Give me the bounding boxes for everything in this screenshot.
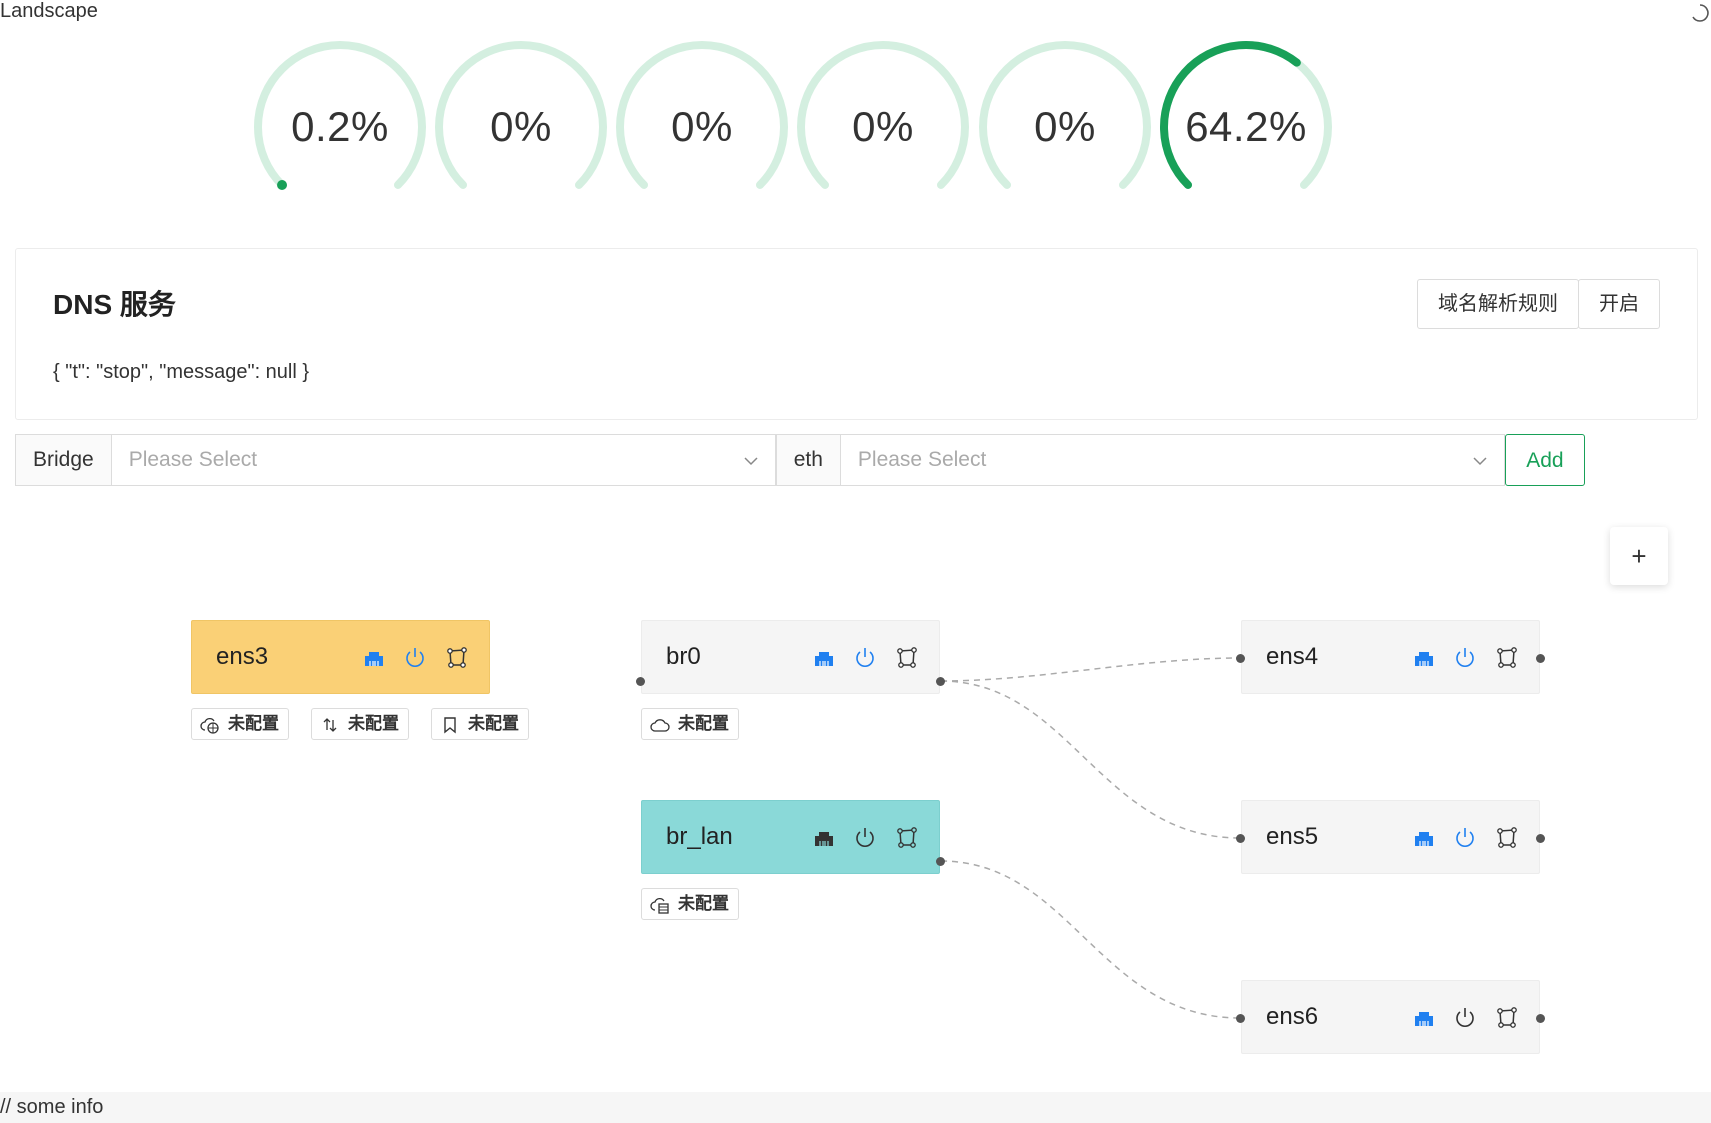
br0-output-handle[interactable]	[936, 677, 945, 686]
zoom-in-button[interactable]: +	[1610, 527, 1668, 585]
dns-service-card: DNS 服务 域名解析规则 开启 { "t": "stop", "message…	[15, 248, 1698, 420]
topology-edit-icon[interactable]	[894, 825, 920, 851]
power-icon[interactable]	[1452, 1005, 1478, 1031]
footer-info: // some info	[0, 1092, 1711, 1123]
updown-arrows-icon	[323, 718, 337, 732]
tag-label: 未配置	[678, 894, 729, 913]
gauge-3: 0%	[603, 28, 801, 226]
ens3-transfer-tag[interactable]: 未配置	[311, 708, 409, 740]
ethernet-port-icon	[361, 645, 387, 671]
edge-br0-ens4	[940, 657, 1241, 682]
ens6-output-handle[interactable]	[1536, 1014, 1545, 1023]
eth-select-placeholder: Please Select	[857, 448, 987, 471]
br-lan-output-handle[interactable]	[936, 857, 945, 866]
ens5-output-handle[interactable]	[1536, 834, 1545, 843]
bridge-label: Bridge	[15, 434, 112, 486]
gauge-5: 0%	[966, 28, 1164, 226]
bridge-select[interactable]: Please Select	[111, 434, 776, 486]
node-br-lan[interactable]: br_lan	[641, 800, 940, 874]
tag-label: 未配置	[228, 714, 279, 733]
br0-input-handle[interactable]	[636, 677, 645, 686]
gauge-value: 0%	[852, 103, 914, 150]
gauge-2: 0%	[422, 28, 620, 226]
node-ens6[interactable]: ens6	[1241, 980, 1540, 1054]
node-label: br_lan	[666, 823, 733, 850]
node-label: ens4	[1266, 643, 1319, 670]
topology-edit-icon[interactable]	[444, 645, 470, 671]
gauge-value: 64.2%	[1185, 103, 1307, 150]
node-label: ens5	[1266, 823, 1319, 850]
eth-select[interactable]: Please Select	[840, 434, 1505, 486]
topology-edit-icon[interactable]	[1494, 825, 1520, 851]
node-label: ens6	[1266, 1003, 1319, 1030]
dns-title: DNS 服务	[53, 289, 176, 320]
cloud-icon	[650, 719, 670, 732]
gauge-1: 0.2%	[241, 28, 439, 226]
topology-edit-icon[interactable]	[1494, 1005, 1520, 1031]
gauge-value: 0%	[490, 103, 552, 150]
dns-actions: 域名解析规则 开启	[1417, 279, 1660, 329]
edge-br0-ens5	[940, 680, 1241, 839]
node-ens5[interactable]: ens5	[1241, 800, 1540, 874]
bridge-select-placeholder: Please Select	[128, 448, 258, 471]
gauge-6: 64.2%	[1147, 28, 1345, 226]
ethernet-port-icon	[811, 825, 837, 851]
edge-brlan-ens6	[940, 860, 1241, 1019]
tag-label: 未配置	[678, 714, 729, 733]
topology-edit-icon[interactable]	[1494, 645, 1520, 671]
node-ens3[interactable]: ens3	[191, 620, 490, 694]
br0-cloud-tag[interactable]: 未配置	[641, 708, 739, 740]
power-icon[interactable]	[852, 645, 878, 671]
dns-rules-button[interactable]: 域名解析规则	[1417, 279, 1579, 329]
ens4-output-handle[interactable]	[1536, 654, 1545, 663]
ens5-input-handle[interactable]	[1236, 834, 1245, 843]
ethernet-port-icon	[1411, 1005, 1437, 1031]
gauge-value: 0.2%	[291, 103, 389, 150]
bookmark-icon	[444, 717, 456, 734]
ethernet-port-icon	[1411, 645, 1437, 671]
gauge-value: 0%	[1034, 103, 1096, 150]
topology-edit-icon[interactable]	[894, 645, 920, 671]
ethernet-port-icon	[811, 645, 837, 671]
dns-status-message: { "t": "stop", "message": null }	[53, 361, 310, 383]
ens3-mark-tag[interactable]: 未配置	[431, 708, 529, 740]
cloud-server-icon	[650, 897, 669, 914]
chevron-down-icon	[744, 457, 758, 466]
tag-label: 未配置	[348, 714, 399, 733]
topology-canvas[interactable]: + ens3 未配置 未配置 未配置 br0 未配置 br_lan 未配置 en…	[0, 500, 1711, 1090]
node-br0[interactable]: br0	[641, 620, 940, 694]
add-button[interactable]: Add	[1504, 434, 1585, 486]
ens3-wan-tag[interactable]: 未配置	[191, 708, 289, 740]
gauge-4: 0%	[784, 28, 982, 226]
cloud-globe-icon	[200, 717, 219, 734]
node-label: ens3	[216, 643, 269, 670]
br-lan-dhcp-tag[interactable]: 未配置	[641, 888, 739, 920]
dns-enable-button[interactable]: 开启	[1578, 279, 1660, 329]
usage-gauges: 0.2% 0% 0% 0% 0% 64.2%	[0, 0, 1711, 220]
node-ens4[interactable]: ens4	[1241, 620, 1540, 694]
node-label: br0	[666, 643, 701, 670]
eth-label: eth	[775, 434, 841, 486]
ethernet-port-icon	[1411, 825, 1437, 851]
power-icon[interactable]	[852, 825, 878, 851]
tag-label: 未配置	[468, 714, 519, 733]
gauge-value: 0%	[671, 103, 733, 150]
power-icon[interactable]	[1452, 645, 1478, 671]
chevron-down-icon	[1473, 457, 1487, 466]
power-icon[interactable]	[1452, 825, 1478, 851]
power-icon[interactable]	[402, 645, 428, 671]
ens6-input-handle[interactable]	[1236, 1014, 1245, 1023]
ens4-input-handle[interactable]	[1236, 654, 1245, 663]
bridge-eth-selector: Bridge Please Select eth Please Select A…	[15, 434, 1699, 486]
